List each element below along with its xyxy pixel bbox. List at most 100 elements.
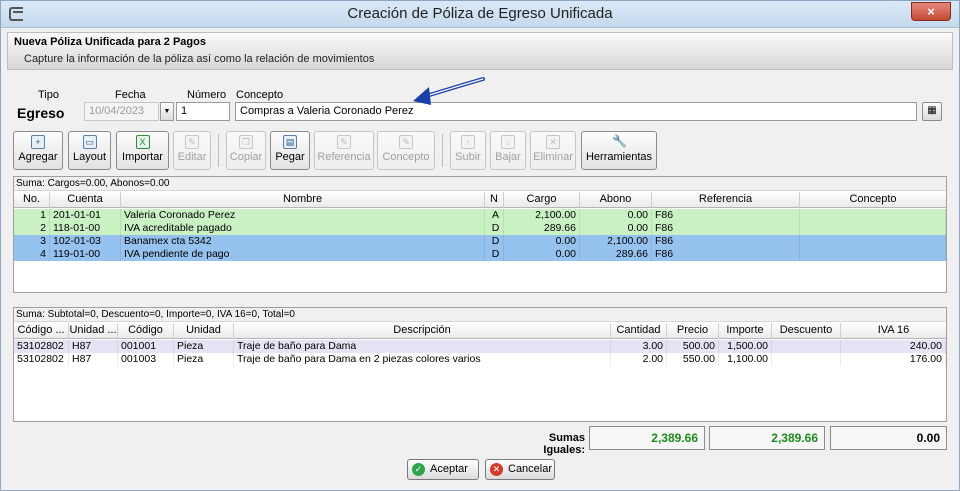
movimientos-grid: Suma: Cargos=0.00, Abonos=0.00 No. Cuent… <box>13 176 947 293</box>
col-descuento[interactable]: Descuento <box>772 323 841 339</box>
cell-concepto <box>800 209 946 222</box>
importar-button[interactable]: X Importar <box>116 131 169 170</box>
col-descripcion[interactable]: Descripción <box>234 323 611 339</box>
concepto-button[interactable]: ✎ Concepto <box>377 131 435 170</box>
cell-cantidad: 3.00 <box>611 340 667 353</box>
cell-descuento <box>772 353 841 366</box>
fecha-label: Fecha <box>115 89 146 101</box>
cell-abono: 289.66 <box>580 248 652 261</box>
toolbar: + Agregar ▭ Layout X Importar ✎ Editar ❐… <box>13 131 713 171</box>
edit-icon: ✎ <box>185 135 199 149</box>
cell-n: A <box>485 209 504 222</box>
cell-ref: F86 <box>652 222 800 235</box>
calendar-button[interactable]: ▦ <box>922 102 942 121</box>
cell-cuenta: 118-01-00 <box>50 222 121 235</box>
cancelar-label: Cancelar <box>508 463 553 475</box>
col-unidad[interactable]: Unidad <box>174 323 234 339</box>
col-no[interactable]: No. <box>14 192 50 208</box>
header-title: Nueva Póliza Unificada para 2 Pagos <box>14 36 206 48</box>
movimiento-row[interactable]: 1 201-01-01 Valeria Coronado Perez A 2,100.0… <box>14 209 946 222</box>
cell-codsat: 53102802 <box>14 353 69 366</box>
herramientas-button[interactable]: 🔧 Herramientas <box>581 131 657 170</box>
cell-cuenta: 119-01-00 <box>50 248 121 261</box>
cell-n: D <box>485 235 504 248</box>
cell-ref: F86 <box>652 248 800 261</box>
col-codigo[interactable]: Código <box>118 323 174 339</box>
check-icon: ✓ <box>412 463 425 476</box>
pegar-button[interactable]: ▤ Pegar <box>270 131 310 170</box>
cell-codigo: 001003 <box>118 353 174 366</box>
aceptar-button[interactable]: ✓ Aceptar <box>407 459 479 480</box>
concepto-label: Concepto <box>236 89 284 101</box>
eliminar-button[interactable]: ✕ Eliminar <box>530 131 576 170</box>
numero-field[interactable]: 1 <box>176 102 230 121</box>
col-importe[interactable]: Importe <box>719 323 772 339</box>
col-unidad-sat[interactable]: Unidad ... <box>69 323 118 339</box>
movimiento-row[interactable]: 2 118-01-00 IVA acreditable pagado D 289.66 0… <box>14 222 946 235</box>
cell-no: 4 <box>14 248 50 261</box>
cell-no: 3 <box>14 235 50 248</box>
excel-icon: X <box>135 135 150 149</box>
copiar-button[interactable]: ❐ Copiar <box>226 131 266 170</box>
agregar-label: Agregar <box>18 151 58 163</box>
cell-ref: F86 <box>652 235 800 248</box>
reference-icon: ✎ <box>337 135 351 149</box>
col-abono[interactable]: Abono <box>580 192 652 208</box>
cell-concepto <box>800 235 946 248</box>
col-cargo[interactable]: Cargo <box>504 192 580 208</box>
col-iva16[interactable]: IVA 16 <box>841 323 946 339</box>
movimientos-header: No. Cuenta Nombre N Cargo Abono Referenc… <box>14 192 946 208</box>
concepto-row[interactable]: 53102802 H87 001001 Pieza Traje de baño para… <box>14 340 946 353</box>
col-n[interactable]: N <box>485 192 504 208</box>
agregar-button[interactable]: + Agregar <box>13 131 63 170</box>
subir-button[interactable]: ↑ Subir <box>450 131 486 170</box>
cell-precio: 550.00 <box>667 353 719 366</box>
total-cargos: 2,389.66 <box>589 426 705 450</box>
concepto-field[interactable]: Compras a Valeria Coronado Perez <box>235 102 917 121</box>
cell-abono: 2,100.00 <box>580 235 652 248</box>
col-codigo-sat[interactable]: Código ... <box>14 323 69 339</box>
movimiento-row[interactable]: 3 102-01-03 Banamex cta 5342 D 0.00 2,100.00 F… <box>14 235 946 248</box>
conceptos-grid: Suma: Subtotal=0, Descuento=0, Importe=0… <box>13 307 947 422</box>
eliminar-label: Eliminar <box>533 151 573 163</box>
editar-button[interactable]: ✎ Editar <box>173 131 211 170</box>
fecha-dropdown-button[interactable]: ▼ <box>160 102 174 121</box>
cell-no: 1 <box>14 209 50 222</box>
cell-ref: F86 <box>652 209 800 222</box>
window-title: Creación de Póliza de Egreso Unificada <box>347 5 613 22</box>
close-button[interactable]: × <box>911 2 951 21</box>
paste-icon: ▤ <box>283 135 297 149</box>
copiar-label: Copiar <box>229 151 263 163</box>
sumas-iguales-label: Sumas Iguales: <box>543 432 585 456</box>
col-referencia[interactable]: Referencia <box>652 192 800 208</box>
conceptos-header: Código ... Unidad ... Código Unidad Desc… <box>14 323 946 339</box>
header-band: Nueva Póliza Unificada para 2 Pagos Capt… <box>7 32 953 70</box>
col-nombre[interactable]: Nombre <box>121 192 485 208</box>
cancel-icon: ✕ <box>490 463 503 476</box>
cell-importe: 1,500.00 <box>719 340 772 353</box>
layout-button[interactable]: ▭ Layout <box>68 131 111 170</box>
cell-unidad: Pieza <box>174 353 234 366</box>
referencia-label: Referencia <box>317 151 371 163</box>
movimiento-row[interactable]: 4 119-01-00 IVA pendiente de pago D 0.00 289.… <box>14 248 946 261</box>
cell-nombre: IVA pendiente de pago <box>121 248 485 261</box>
concepto-row[interactable]: 53102802 H87 001003 Pieza Traje de baño para… <box>14 353 946 366</box>
cell-cargo: 289.66 <box>504 222 580 235</box>
concept-icon: ✎ <box>399 135 413 149</box>
title-bar: Creación de Póliza de Egreso Unificada × <box>1 1 959 28</box>
fecha-field[interactable]: 10/04/2023 <box>84 102 159 121</box>
header-subtitle: Capture la información de la póliza así … <box>24 53 375 65</box>
col-cuenta[interactable]: Cuenta <box>50 192 121 208</box>
referencia-button[interactable]: ✎ Referencia <box>314 131 374 170</box>
toolbar-separator <box>218 134 219 167</box>
importar-label: Importar <box>122 151 163 163</box>
subir-label: Subir <box>455 151 481 163</box>
cell-abono: 0.00 <box>580 222 652 235</box>
cancelar-button[interactable]: ✕ Cancelar <box>485 459 555 480</box>
col-concepto[interactable]: Concepto <box>800 192 946 208</box>
annotation-arrow-icon <box>413 77 485 105</box>
col-cantidad[interactable]: Cantidad <box>611 323 667 339</box>
calendar-icon: ▦ <box>927 105 937 116</box>
bajar-button[interactable]: ↓ Bajar <box>490 131 526 170</box>
col-precio[interactable]: Precio <box>667 323 719 339</box>
